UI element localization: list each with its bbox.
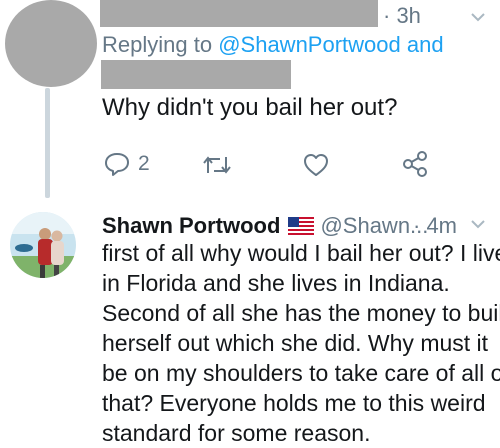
reply-button[interactable]: 2 (104, 152, 150, 176)
tweet-header: Shawn Portwood @Shawn... (102, 212, 428, 240)
redacted-author-name (100, 0, 378, 27)
replying-to: Replying to @ShawnPortwood and (102, 31, 444, 59)
tweet-text-line: standard for some reason. (102, 420, 371, 446)
thread-connector-line (45, 88, 50, 198)
tweet-text-line: first of all why would I bail her out? I… (102, 240, 500, 266)
author-name[interactable]: Shawn Portwood (102, 212, 280, 240)
reply-icon (105, 153, 129, 176)
replying-to-handle[interactable]: @ShawnPortwood and (218, 32, 443, 57)
tweet-text: Why didn't you bail her out? (102, 94, 398, 121)
tweet-text-line: Second of all she has the money to build (102, 300, 500, 326)
tweet-time: · 3h (383, 3, 421, 28)
avatar[interactable] (10, 212, 76, 278)
reply-count: 2 (138, 152, 150, 175)
tweet-text-line: be on my shoulders to take care of all o… (102, 360, 500, 386)
retweet-icon[interactable] (202, 153, 232, 177)
chevron-down-icon[interactable] (471, 12, 485, 22)
tweet-text-line: in Florida and she lives in Indiana. (102, 270, 450, 296)
us-flag-icon (288, 217, 315, 235)
replying-to-label: Replying to (102, 32, 213, 57)
tweet-text-line: herself out which she did. Why must it (102, 330, 489, 356)
redacted-mention (101, 60, 291, 89)
chevron-down-icon[interactable] (471, 219, 485, 229)
tweet-text: first of all why would I bail her out? I… (102, 238, 500, 448)
avatar[interactable] (5, 0, 97, 87)
share-icon[interactable] (401, 150, 429, 178)
avatar-photo-icon (10, 212, 76, 278)
tweet-time: · 4m (413, 213, 457, 238)
like-icon[interactable] (303, 153, 329, 177)
tweet-text-line: that? Everyone holds me to this weird (102, 390, 486, 416)
